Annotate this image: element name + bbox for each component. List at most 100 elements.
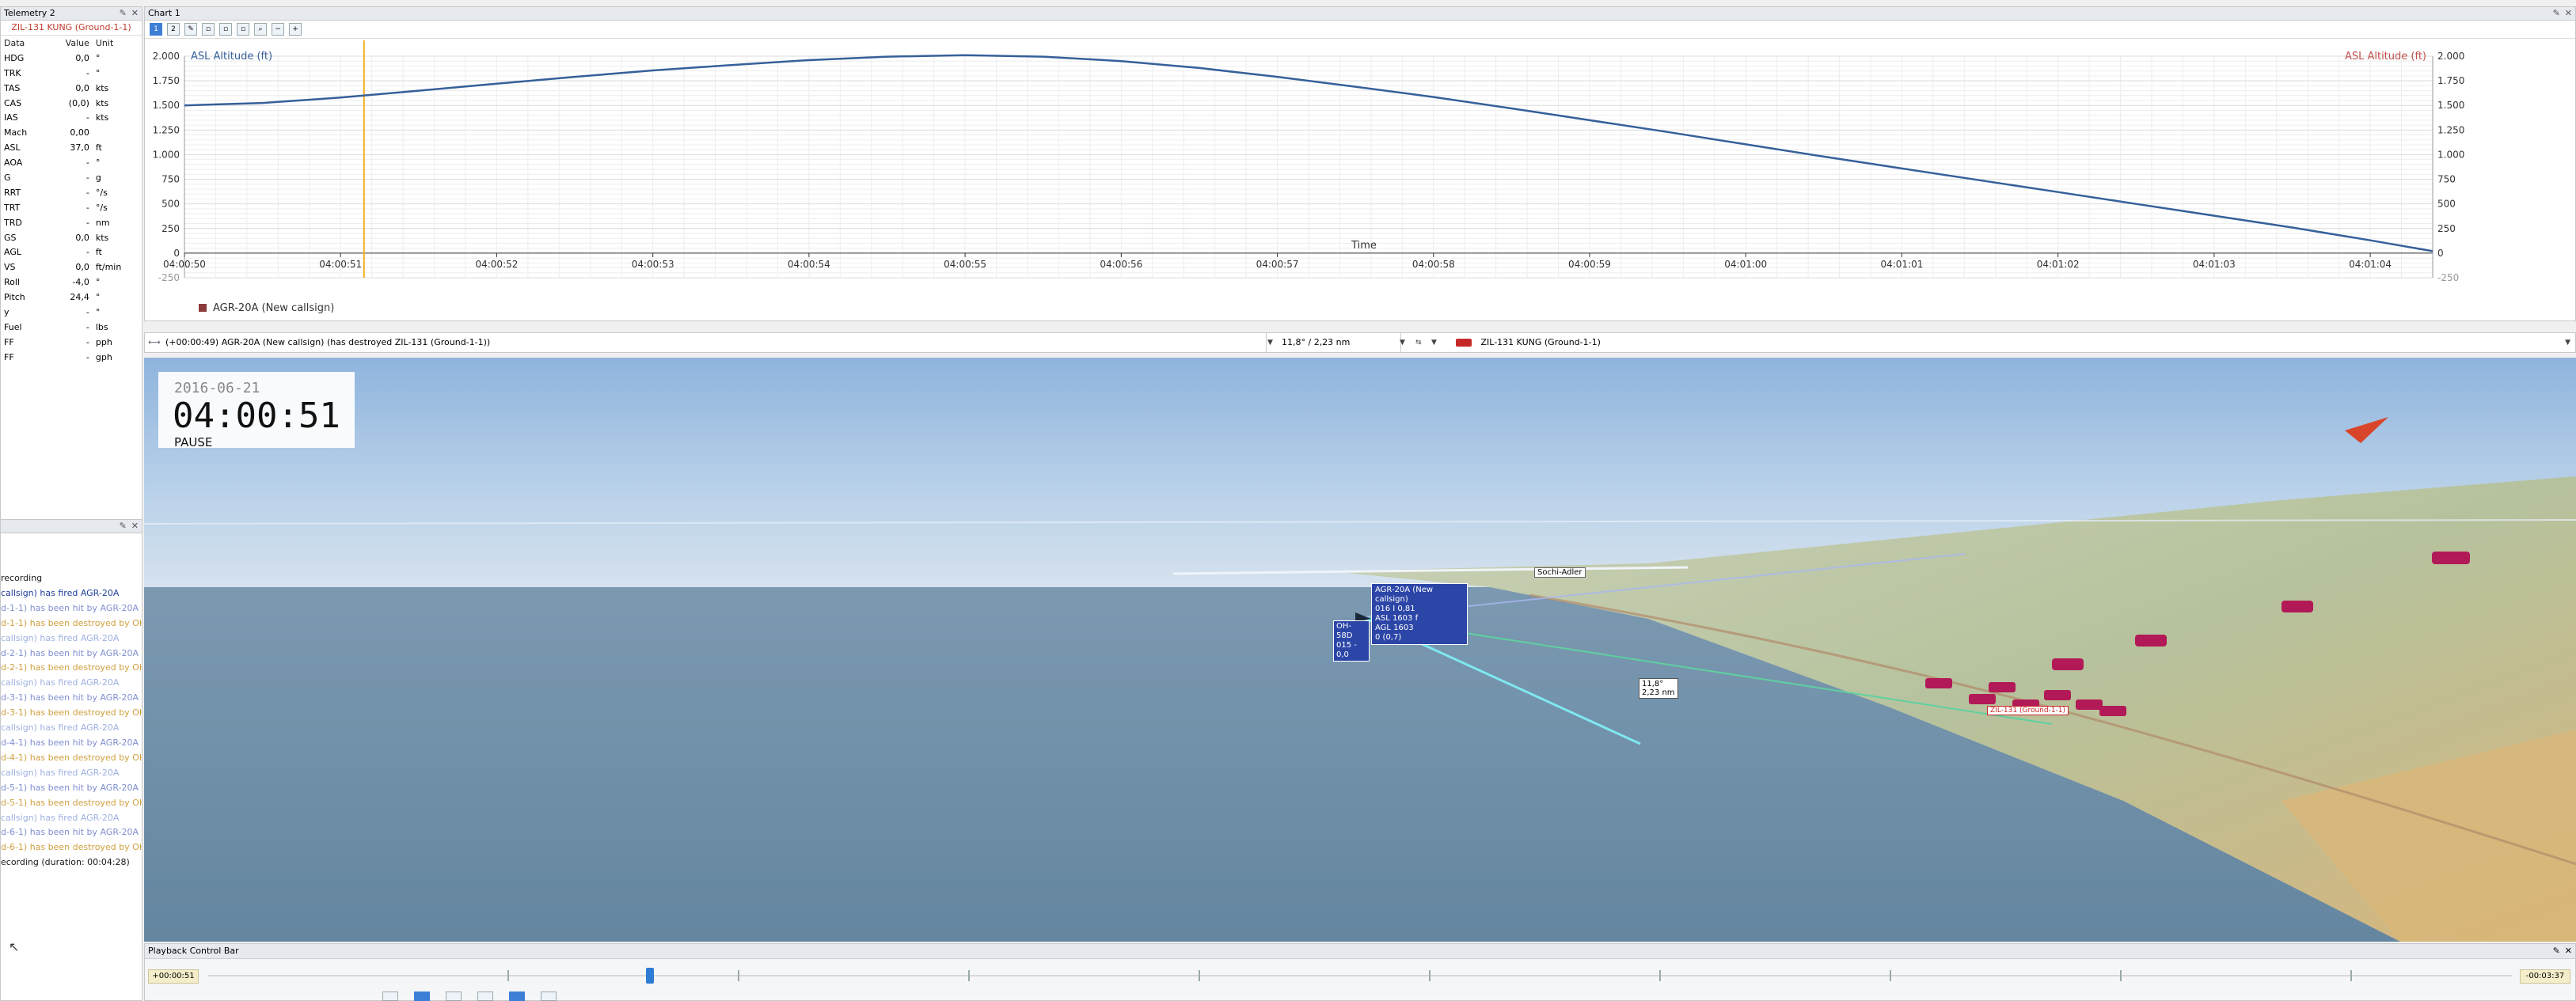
event-marker[interactable] xyxy=(1659,970,1662,981)
event-marker[interactable] xyxy=(738,970,740,981)
close-icon[interactable]: ✕ xyxy=(2565,8,2572,18)
log-entry[interactable]: callsign) has fired AGR-20A xyxy=(1,721,142,736)
telemetry-title: Telemetry 2 xyxy=(4,8,55,18)
log-entry[interactable]: d-6-1) has been destroyed by OH xyxy=(1,840,142,855)
target-label[interactable]: ZIL-131 (Ground-1-1) xyxy=(1987,706,2069,715)
bearing-distance-field: 11,8° / 2,23 nm xyxy=(1277,333,1401,352)
telemetry-row[interactable]: ASL 37,0 ft xyxy=(1,140,142,155)
vehicle-icon xyxy=(1456,339,1472,347)
chart-panel: Chart 1 ✎ ✕ 1 2 ✎ ▫ ▫ ▫ ⌕ − + -250 -250 0 0 2… xyxy=(144,6,2576,321)
log-entry[interactable]: ecording (duration: 00:04:28) xyxy=(1,855,142,870)
pin-icon[interactable]: ✎ xyxy=(120,8,127,18)
log-entry[interactable]: d-4-1) has been hit by AGR-20A xyxy=(1,736,142,751)
telemetry-row[interactable]: AOA - ° xyxy=(1,155,142,170)
altitude-chart[interactable]: -250 -250 0 0 250 250 500 500 750 750 1.000 1.000 1.… xyxy=(145,32,2575,320)
x-tick-label: 04:00:53 xyxy=(632,259,674,270)
chevron-down-icon[interactable]: ▼ xyxy=(1400,333,1405,352)
log-entry[interactable]: callsign) has fired AGR-20A xyxy=(1,631,142,646)
event-marker[interactable] xyxy=(1199,970,1201,981)
log-entry[interactable]: recording xyxy=(1,571,142,586)
pin-icon[interactable]: ✎ xyxy=(120,521,127,531)
event-marker[interactable] xyxy=(507,970,510,981)
shooter-heading: 015 - 0,0 xyxy=(1336,641,1357,659)
link-icon[interactable]: ⇆ xyxy=(1415,333,1422,352)
telemetry-row[interactable]: GS 0,0 kts xyxy=(1,230,142,245)
target-object-dropdown[interactable]: ZIL-131 KUNG (Ground-1-1) xyxy=(1451,333,2564,352)
event-dropdown[interactable]: (+00:00:49) AGR-20A (New callsign) (has … xyxy=(165,333,1267,352)
log-entry[interactable]: d-3-1) has been hit by AGR-20A xyxy=(1,691,142,706)
y-tick-label-left: 250 xyxy=(161,223,180,234)
y-tick-label-right: 1.250 xyxy=(2437,124,2464,135)
log-entry[interactable]: d-6-1) has been hit by AGR-20A xyxy=(1,825,142,840)
telemetry-row[interactable]: G -g xyxy=(1,170,142,185)
telemetry-value: 0,0 xyxy=(75,232,89,243)
close-icon[interactable]: ✕ xyxy=(131,521,139,531)
chevron-down-icon[interactable]: ▼ xyxy=(2565,333,2570,352)
pin-icon[interactable]: ✎ xyxy=(2553,8,2560,18)
telemetry-row[interactable]: TRD - nm xyxy=(1,215,142,230)
event-marker[interactable] xyxy=(968,970,971,981)
play-icon[interactable] xyxy=(414,992,430,1001)
chevron-down-icon[interactable]: ▼ xyxy=(1267,333,1273,352)
pin-icon[interactable]: ✎ xyxy=(2553,946,2560,956)
log-entry[interactable]: d-5-1) has been destroyed by OH xyxy=(1,796,142,811)
range-bearing: 11,8° xyxy=(1642,680,1664,688)
telemetry-object-selector[interactable]: ZIL-131 KUNG (Ground-1-1) xyxy=(1,21,142,36)
telemetry-row[interactable]: Mach 0,00 xyxy=(1,125,142,140)
telemetry-row[interactable]: IAS - kts xyxy=(1,110,142,125)
3d-view[interactable]: 2016-06-21 04:00:51 PAUSE Sochi-Adler AG… xyxy=(144,358,2576,942)
telemetry-row[interactable]: TRK - ° xyxy=(1,66,142,81)
telemetry-value: - xyxy=(85,112,89,123)
telemetry-name: Pitch xyxy=(4,292,25,303)
speed-icon[interactable] xyxy=(509,992,525,1001)
close-icon[interactable]: ✕ xyxy=(2565,946,2572,956)
close-icon[interactable]: ✕ xyxy=(131,8,139,18)
chevron-down-icon[interactable]: ▼ xyxy=(1431,333,1437,352)
telemetry-row[interactable]: Roll -4,0 ° xyxy=(1,275,142,290)
telemetry-row[interactable]: TAS 0,0 kts xyxy=(1,81,142,96)
x-tick-label: 04:01:01 xyxy=(1880,259,1923,270)
shooter-label[interactable]: OH-58D 015 - 0,0 xyxy=(1333,620,1370,662)
event-marker[interactable] xyxy=(1429,970,1431,981)
telemetry-row[interactable]: AGL - ft xyxy=(1,245,142,260)
airport-label[interactable]: Sochi-Adler xyxy=(1534,567,1586,578)
telemetry-row[interactable]: HDG 0,0 ° xyxy=(1,51,142,66)
telemetry-row[interactable]: FF - pph xyxy=(1,335,142,350)
log-entry[interactable]: callsign) has fired AGR-20A xyxy=(1,766,142,781)
log-entry[interactable]: d-4-1) has been destroyed by OH xyxy=(1,751,142,766)
log-entry[interactable]: d-1-1) has been destroyed by OH xyxy=(1,616,142,631)
telemetry-row[interactable]: RRT - °/s xyxy=(1,185,142,200)
log-entry[interactable]: callsign) has fired AGR-20A xyxy=(1,676,142,691)
settings-icon[interactable] xyxy=(541,992,557,1001)
telemetry-row[interactable]: y - ° xyxy=(1,305,142,320)
telemetry-row[interactable]: TRT - °/s xyxy=(1,200,142,215)
telemetry-value: - xyxy=(85,336,89,347)
telemetry-row[interactable]: CAS (0,0) kts xyxy=(1,96,142,111)
log-entry[interactable]: d-2-1) has been destroyed by OH xyxy=(1,661,142,676)
timeline-thumb[interactable] xyxy=(645,968,654,984)
telemetry-value: - xyxy=(85,187,89,198)
telemetry-row[interactable]: Fuel - lbs xyxy=(1,320,142,335)
loop-icon[interactable] xyxy=(477,992,493,1001)
record-icon[interactable] xyxy=(382,992,398,1001)
log-entry[interactable]: callsign) has fired AGR-20A xyxy=(1,811,142,826)
telemetry-row[interactable]: FF - gph xyxy=(1,350,142,365)
pause-icon[interactable] xyxy=(446,992,462,1001)
event-marker[interactable] xyxy=(2350,970,2353,981)
x-tick-label: 04:01:00 xyxy=(1724,259,1767,270)
playback-title-bar: Playback Control Bar ✎ ✕ xyxy=(145,944,2575,959)
missile-label[interactable]: AGR-20A (New callsign) 016 I 0,81 ASL 16… xyxy=(1371,583,1468,645)
log-entry[interactable]: d-3-1) has been destroyed by OH xyxy=(1,706,142,721)
telemetry-value: - xyxy=(85,157,89,169)
event-marker[interactable] xyxy=(1890,970,1892,981)
log-entry[interactable]: d-1-1) has been hit by AGR-20A xyxy=(1,601,142,616)
telemetry-row[interactable]: VS 0,0 ft/min xyxy=(1,260,142,275)
x-tick-label: 04:01:03 xyxy=(2193,259,2236,270)
timeline-track[interactable] xyxy=(208,968,2512,984)
log-entry[interactable]: d-5-1) has been hit by AGR-20A xyxy=(1,781,142,796)
log-entry[interactable]: d-2-1) has been hit by AGR-20A xyxy=(1,646,142,662)
x-tick-label: 04:00:58 xyxy=(1412,259,1455,270)
event-marker[interactable] xyxy=(2120,970,2122,981)
log-entry[interactable]: callsign) has fired AGR-20A xyxy=(1,586,142,601)
telemetry-row[interactable]: Pitch 24,4 ° xyxy=(1,290,142,305)
